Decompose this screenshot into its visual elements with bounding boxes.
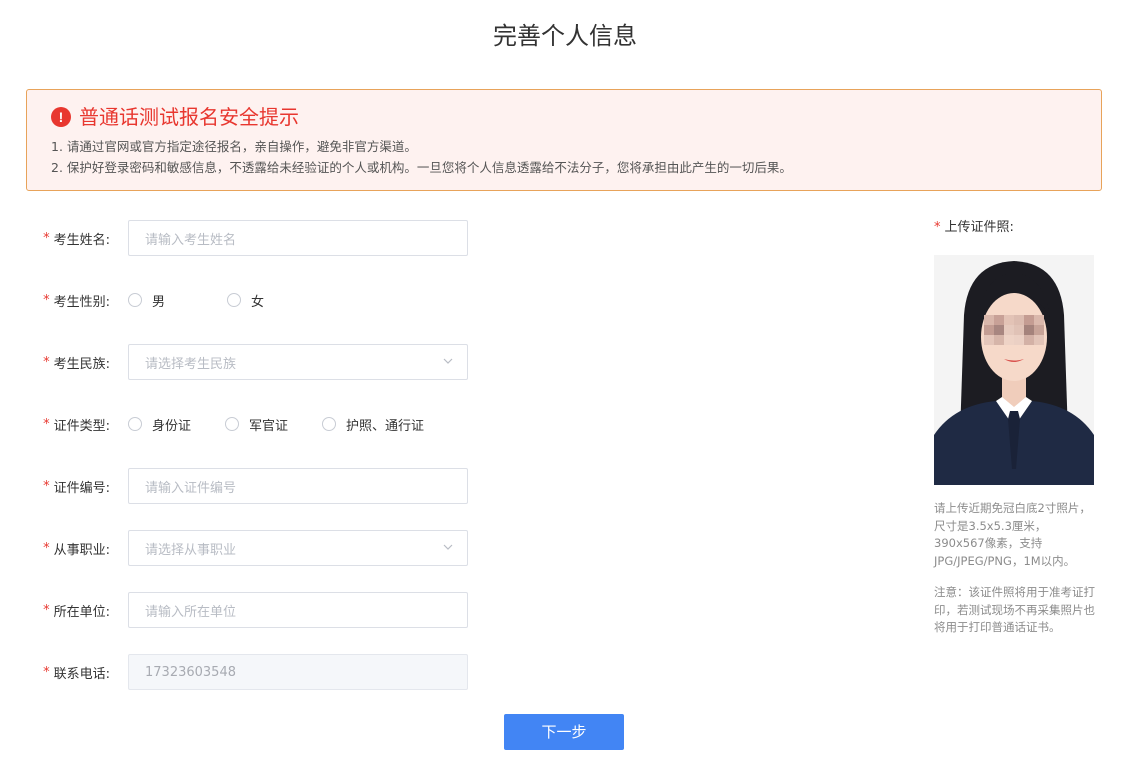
gender-radio-group: 男 女 (128, 282, 298, 318)
radio-circle[interactable] (227, 293, 242, 307)
portrait-image (934, 255, 1094, 485)
ethnicity-label: * 考生民族: (0, 344, 110, 380)
gender-option-label: 女 (251, 294, 265, 310)
id-type-option-label: 身份证 (152, 418, 192, 434)
occupation-row: * 从事职业: 请选择从事职业 (0, 530, 470, 566)
notice-line-1: 1. 请通过官网或官方指定途径报名，亲自操作，避免非官方渠道。 (51, 139, 417, 154)
id-type-radio-group: 身份证 军官证 护照、通行证 (128, 406, 458, 442)
ethnicity-select[interactable]: 请选择考生民族 (128, 344, 468, 380)
notice-title: 普通话测试报名安全提示 (79, 105, 299, 129)
required-mark: * (43, 416, 50, 432)
occupation-select-placeholder: 请选择从事职业 (145, 542, 237, 558)
id-number-label: * 证件编号: (0, 468, 110, 504)
id-type-option-id-card[interactable]: 身份证 (128, 415, 191, 434)
id-type-row: * 证件类型: 身份证 军官证 护照、通行证 (0, 406, 470, 442)
workplace-label: * 所在单位: (0, 592, 110, 628)
id-type-option-label: 护照、通行证 (346, 418, 425, 434)
required-mark: * (43, 292, 50, 308)
workplace-row: * 所在单位: 请输入所在单位 (0, 592, 470, 628)
workplace-input-placeholder: 请输入所在单位 (145, 604, 237, 620)
phone-label-text: 联系电话: (53, 666, 110, 682)
phone-input-value: 17323603548 (145, 664, 236, 680)
id-number-label-text: 证件编号: (53, 480, 110, 496)
required-mark: * (43, 354, 50, 370)
gender-option-label: 男 (152, 294, 166, 310)
name-input-placeholder: 请输入考生姓名 (145, 232, 237, 248)
gender-label-text: 考生性别: (53, 294, 110, 310)
required-mark: * (43, 664, 50, 680)
id-type-label-text: 证件类型: (53, 418, 110, 434)
photo-upload-label: * 上传证件照: (934, 218, 1104, 238)
photo-upload-label-text: 上传证件照: (944, 220, 1014, 235)
radio-circle[interactable] (128, 417, 142, 431)
chevron-down-icon (443, 544, 453, 550)
required-mark: * (43, 230, 50, 246)
radio-circle[interactable] (128, 293, 142, 307)
required-mark: * (43, 540, 50, 556)
ethnicity-label-text: 考生民族: (53, 356, 110, 372)
required-mark: * (934, 220, 941, 235)
chevron-down-icon (443, 358, 453, 364)
id-type-option-passport[interactable]: 护照、通行证 (322, 415, 424, 434)
exclamation-circle-icon: ! (51, 107, 71, 127)
photo-upload-section: * 上传证件照: 请上传近期免冠白底2寸照片，尺寸是3.5x5.3厘米，390x… (934, 218, 1104, 634)
id-number-row: * 证件编号: 请输入证件编号 (0, 468, 470, 504)
gender-row: * 考生性别: 男 女 (0, 282, 470, 318)
radio-circle[interactable] (322, 417, 337, 431)
phone-label: * 联系电话: (0, 654, 110, 690)
occupation-label-text: 从事职业: (53, 542, 110, 558)
radio-circle[interactable] (225, 417, 240, 431)
gender-option-female[interactable]: 女 (227, 291, 264, 310)
id-number-input-placeholder: 请输入证件编号 (145, 480, 237, 496)
occupation-select[interactable]: 请选择从事职业 (128, 530, 468, 566)
notice-header: ! 普通话测试报名安全提示 (51, 104, 299, 130)
phone-row: * 联系电话: 17323603548 (0, 654, 470, 690)
notice-line-2: 2. 保护好登录密码和敏感信息，不透露给未经验证的个人或机构。一旦您将个人信息透… (51, 160, 792, 175)
gender-label: * 考生性别: (0, 282, 110, 318)
name-label-text: 考生姓名: (53, 232, 110, 248)
phone-input: 17323603548 (128, 654, 468, 690)
next-step-button[interactable]: 下一步 (504, 714, 624, 750)
ethnicity-select-placeholder: 请选择考生民族 (145, 356, 237, 372)
photo-usage-note: 注意：该证件照将用于准考证打印，若测试现场不再采集照片也将用于打印普通话证书。 (934, 585, 1095, 634)
mosaic-blur (984, 315, 1044, 345)
security-notice: ! 普通话测试报名安全提示 1. 请通过官网或官方指定途径报名，亲自操作，避免非… (26, 89, 1102, 191)
name-label: * 考生姓名: (0, 220, 110, 256)
name-input[interactable]: 请输入考生姓名 (128, 220, 468, 256)
gender-option-male[interactable]: 男 (128, 291, 165, 310)
ethnicity-row: * 考生民族: 请选择考生民族 (0, 344, 470, 380)
id-number-input[interactable]: 请输入证件编号 (128, 468, 468, 504)
id-type-option-military[interactable]: 军官证 (225, 415, 288, 434)
id-type-option-label: 军官证 (249, 418, 289, 434)
required-mark: * (43, 602, 50, 618)
id-photo-preview[interactable] (934, 255, 1094, 485)
workplace-input[interactable]: 请输入所在单位 (128, 592, 468, 628)
workplace-label-text: 所在单位: (53, 604, 110, 620)
occupation-label: * 从事职业: (0, 530, 110, 566)
page-title: 完善个人信息 (493, 22, 637, 50)
name-row: * 考生姓名: 请输入考生姓名 (0, 220, 470, 256)
id-type-label: * 证件类型: (0, 406, 110, 442)
required-mark: * (43, 478, 50, 494)
photo-requirements-hint: 请上传近期免冠白底2寸照片，尺寸是3.5x5.3厘米，390x567像素，支持J… (934, 501, 1091, 568)
